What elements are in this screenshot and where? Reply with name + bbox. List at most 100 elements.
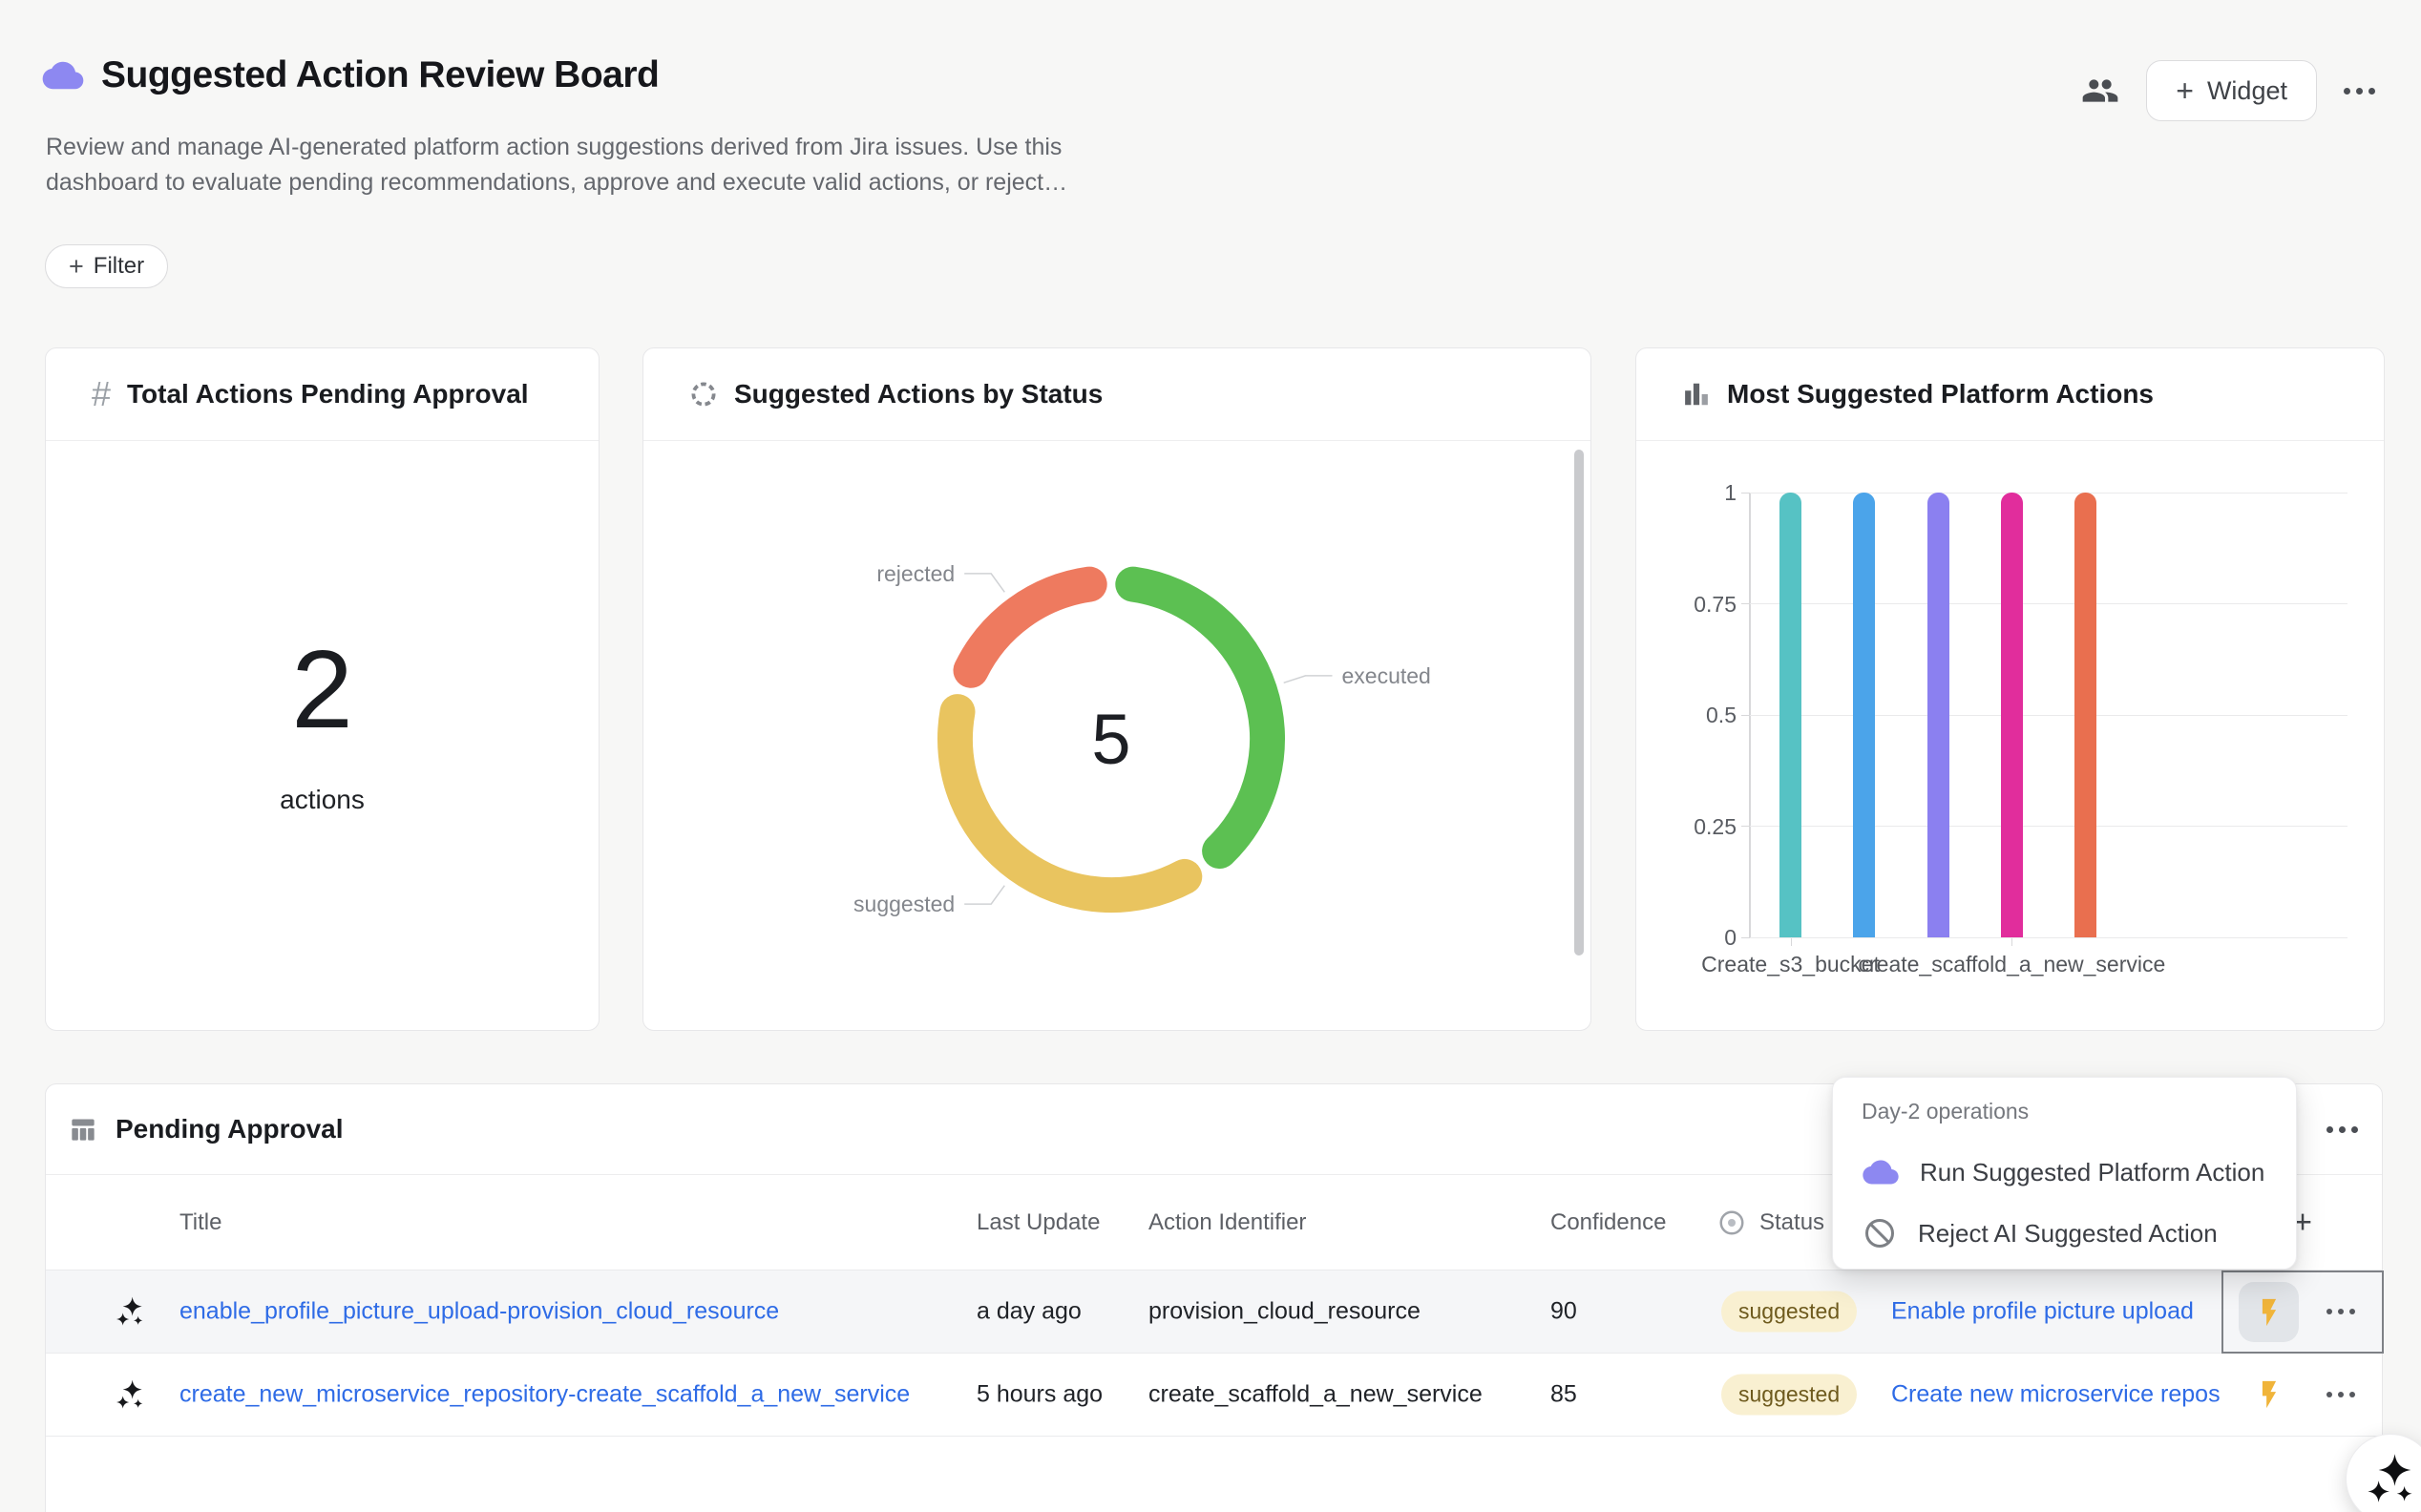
card-scrollbar[interactable] <box>1574 450 1584 956</box>
linked-record-link[interactable]: Create new microservice repository <box>1891 1381 2221 1408</box>
cloud-icon <box>1863 1159 1899 1186</box>
run-action-button[interactable] <box>2253 1378 2285 1411</box>
cloud-icon <box>42 60 84 91</box>
platform-actions-card-body: 00.250.50.751Create_s3_bucketcreate_scaf… <box>1636 441 2384 1030</box>
ai-sparkle-icon <box>116 1296 144 1327</box>
status-badge: suggested <box>1721 1375 1857 1416</box>
page-title: Suggested Action Review Board <box>101 54 659 96</box>
bar-2[interactable] <box>1927 493 1949 937</box>
donut-segment-executed[interactable] <box>1133 584 1268 851</box>
y-tick-label: 0 <box>1645 923 1737 952</box>
filter-button[interactable]: + Filter <box>45 244 168 288</box>
status-badge: suggested <box>1721 1292 1857 1333</box>
total-actions-card-title: Total Actions Pending Approval <box>127 379 529 410</box>
menu-item-run-suggested-action[interactable]: Run Suggested Platform Action <box>1850 1146 2279 1198</box>
donut-segment-label: rejected <box>876 561 955 586</box>
gridline <box>1750 715 2347 716</box>
menu-section-label: Day-2 operations <box>1862 1099 2029 1124</box>
platform-actions-card-header: Most Suggested Platform Actions <box>1636 348 2384 441</box>
add-widget-label: Widget <box>2207 76 2287 106</box>
y-tick <box>1741 603 1750 604</box>
ellipsis-icon <box>2326 1309 2355 1314</box>
x-tick-label: Create_s3_bucket <box>1701 952 1880 977</box>
platform-actions-card-title: Most Suggested Platform Actions <box>1727 379 2154 410</box>
lightning-bolt-icon <box>2253 1296 2285 1329</box>
bar-1[interactable] <box>1853 493 1875 937</box>
donut-label-leader-line <box>1284 676 1333 682</box>
record-title-link[interactable]: enable_profile_picture_upload-provision_… <box>179 1298 779 1325</box>
total-actions-card: # Total Actions Pending Approval 2 actio… <box>45 347 600 1031</box>
cell-confidence: 85 <box>1550 1381 1577 1409</box>
people-icon <box>2081 72 2119 110</box>
y-axis <box>1749 493 1751 938</box>
dashboard-page: Suggested Action Review Board Review and… <box>0 0 2421 1512</box>
cell-last-update: a day ago <box>977 1298 1082 1326</box>
add-widget-button[interactable]: + Widget <box>2146 60 2317 121</box>
number-field-icon: # <box>92 377 111 411</box>
table-icon <box>70 1116 96 1143</box>
x-tick <box>1791 938 1792 946</box>
bar-chart-plot: 00.250.50.751Create_s3_bucketcreate_scaf… <box>1750 493 2347 937</box>
donut-chart-icon <box>689 380 718 409</box>
pending-approval-title: Pending Approval <box>116 1114 344 1144</box>
cell-last-update: 5 hours ago <box>977 1381 1103 1409</box>
gridline <box>1750 493 2347 494</box>
donut-segment-label: suggested <box>853 892 955 916</box>
page-description: Review and manage AI-generated platform … <box>46 130 1067 200</box>
status-donut-card-body: executedsuggestedrejected 5 <box>643 441 1590 1030</box>
menu-item-reject-suggested-action[interactable]: Reject AI Suggested Action <box>1850 1208 2279 1259</box>
total-actions-value: 2 <box>291 634 353 745</box>
column-header-confidence: Confidence <box>1550 1209 1666 1236</box>
filter-label: Filter <box>94 253 144 280</box>
y-tick <box>1741 937 1750 938</box>
lightning-bolt-icon <box>2253 1378 2285 1411</box>
linked-record-link[interactable]: Enable profile picture upload <box>1891 1298 2194 1325</box>
plus-icon: + <box>2176 75 2194 106</box>
table-row[interactable]: enable_profile_picture_upload-provision_… <box>46 1270 2382 1354</box>
total-actions-unit: actions <box>280 785 365 815</box>
bar-3[interactable] <box>2001 493 2023 937</box>
total-actions-card-header: # Total Actions Pending Approval <box>46 348 599 441</box>
status-donut-card-header: Suggested Actions by Status <box>643 348 1590 441</box>
table-row[interactable]: create_new_microservice_repository-creat… <box>46 1354 2382 1437</box>
bar-0[interactable] <box>1779 493 1801 937</box>
gridline <box>1750 603 2347 604</box>
y-tick-label: 1 <box>1645 478 1737 507</box>
cell-confidence: 90 <box>1550 1298 1577 1326</box>
y-tick <box>1741 826 1750 827</box>
gridline <box>1750 937 2347 938</box>
collaborators-button[interactable] <box>2081 72 2119 110</box>
x-tick-label: create_scaffold_a_new_service <box>1859 952 2166 977</box>
column-header-title: Title <box>179 1209 221 1236</box>
donut-label-leader-line <box>964 574 1004 592</box>
page-more-button[interactable] <box>2344 88 2375 94</box>
header-actions: + Widget <box>2081 57 2375 124</box>
column-header-status: Status <box>1717 1208 1824 1237</box>
bar-4[interactable] <box>2074 493 2096 937</box>
ellipsis-icon <box>2344 88 2375 94</box>
donut-segment-rejected[interactable] <box>971 584 1089 670</box>
record-title-link[interactable]: create_new_microservice_repository-creat… <box>179 1381 910 1408</box>
donut-segment-suggested[interactable] <box>956 712 1185 895</box>
cell-action-identifier: create_scaffold_a_new_service <box>1148 1381 1483 1409</box>
column-header-last-update: Last Update <box>977 1209 1100 1236</box>
donut-segment-label: executed <box>1342 663 1431 688</box>
row-actions-menu: Day-2 operations Run Suggested Platform … <box>1832 1077 2297 1270</box>
y-tick-label: 0.75 <box>1645 590 1737 619</box>
row-menu-button[interactable] <box>2326 1392 2355 1397</box>
cell-action-identifier: provision_cloud_resource <box>1148 1298 1421 1326</box>
status-donut-card: Suggested Actions by Status executed sugg… <box>642 347 1591 1031</box>
y-tick-label: 0.5 <box>1645 701 1737 729</box>
bar-chart-icon <box>1682 380 1711 409</box>
page-header: Suggested Action Review Board <box>42 50 659 101</box>
no-entry-icon <box>1863 1216 1897 1250</box>
table-more-button[interactable] <box>2326 1084 2358 1175</box>
row-menu-button[interactable] <box>2326 1309 2355 1314</box>
y-tick <box>1741 493 1750 494</box>
sparkles-icon <box>2367 1453 2414 1504</box>
run-action-button[interactable] <box>2239 1282 2299 1342</box>
column-header-action-identifier: Action Identifier <box>1148 1209 1306 1236</box>
donut-label-leader-line <box>964 886 1004 904</box>
total-actions-card-body: 2 actions <box>46 441 599 1030</box>
status-donut-card-title: Suggested Actions by Status <box>734 379 1103 410</box>
